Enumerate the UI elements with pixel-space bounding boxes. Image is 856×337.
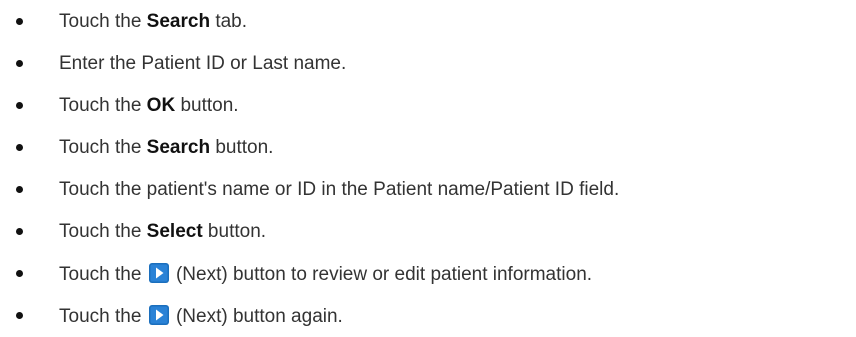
step-text: Enter the Patient ID or Last name. xyxy=(59,52,347,74)
bold-term: Search xyxy=(146,10,211,32)
next-arrow-icon xyxy=(148,262,169,283)
bullet-icon xyxy=(16,144,23,151)
step-text: Touch the Select button. xyxy=(59,220,267,242)
bullet-icon xyxy=(16,102,23,109)
bullet-icon xyxy=(16,60,23,67)
bullet-icon xyxy=(16,228,23,235)
bold-term: Search xyxy=(146,136,211,158)
step-text: Touch the Search button. xyxy=(59,136,274,158)
step-text: Touch the OK button. xyxy=(59,94,239,116)
bold-term: OK xyxy=(146,94,176,116)
bullet-icon xyxy=(16,312,23,319)
next-arrow-icon xyxy=(148,304,169,325)
step-text: Touch the (Next) button to review or edi… xyxy=(59,262,593,285)
bullet-icon xyxy=(16,270,23,277)
step-text: Touch the (Next) button again. xyxy=(59,304,343,327)
bullet-icon xyxy=(16,186,23,193)
step-text: Touch the Search tab. xyxy=(59,10,248,32)
step-text: Touch the patient's name or ID in the Pa… xyxy=(59,178,620,200)
bold-term: Select xyxy=(146,220,203,242)
bullet-icon xyxy=(16,18,23,25)
